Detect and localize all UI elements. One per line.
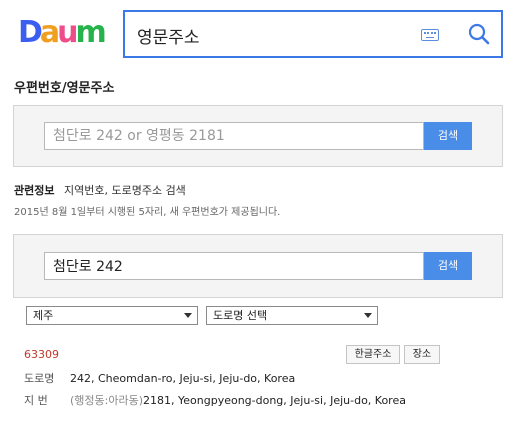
search-button[interactable] [465,20,493,48]
logo-letter-a: a [39,15,60,50]
road-address-row: 도로명 242, Cheomdan-ro, Jeju-si, Jeju-do, K… [24,370,295,386]
search-box [123,10,503,58]
search-icon [468,23,490,45]
zipcode-search-button[interactable]: 검색 [424,122,472,150]
road-address-search-link[interactable]: 도로명주소 검색 [111,184,185,197]
lot-address-value: 2181, Yeongpyeong-dong, Jeju-si, Jeju-do… [143,394,406,407]
logo-letter-d: D [18,15,43,50]
logo-letter-m: m [75,15,107,50]
road-address-value: 242, Cheomdan-ro, Jeju-si, Jeju-do, Kore… [70,372,296,385]
lot-address-row: 지 번 (행정동:아라동)2181, Yeongpyeong-dong, Jeju… [24,392,406,408]
page-title: 우편번호/영문주소 [14,81,115,96]
lot-address-admin-dong: (행정동:아라동) [70,394,144,407]
logo-letter-u: u [57,15,78,50]
place-button[interactable]: 장소 [404,345,440,364]
address-search-panel: 검색 [13,234,503,298]
related-info-label: 관련정보 [14,184,55,197]
zipcode-search-panel: 검색 [13,105,503,167]
road-select[interactable]: 도로명 선택 [206,306,378,325]
korean-address-button[interactable]: 한글주소 [346,345,400,364]
lot-address-label: 지 번 [24,394,48,407]
road-address-label: 도로명 [24,372,55,385]
address-search-button[interactable]: 검색 [424,252,472,280]
area-code-link[interactable]: 지역번호, [64,184,108,197]
related-info: 관련정보 지역번호, 도로명주소 검색 [14,182,186,198]
chevron-down-icon [184,313,192,318]
region-select[interactable]: 제주 [26,306,198,325]
keyboard-icon[interactable] [421,29,439,41]
zipcode-search-input[interactable] [44,122,424,150]
region-select-value: 제주 [33,309,54,322]
zipcode-notice: 2015년 8월 1일부터 시행된 5자리, 새 우편번호가 제공됩니다. [14,207,281,218]
chevron-down-icon [364,313,372,318]
road-select-value: 도로명 선택 [213,309,268,322]
daum-logo[interactable]: Daum [18,15,107,50]
result-zipcode[interactable]: 63309 [24,348,59,361]
address-search-input[interactable] [44,252,424,280]
search-input[interactable] [137,22,407,48]
